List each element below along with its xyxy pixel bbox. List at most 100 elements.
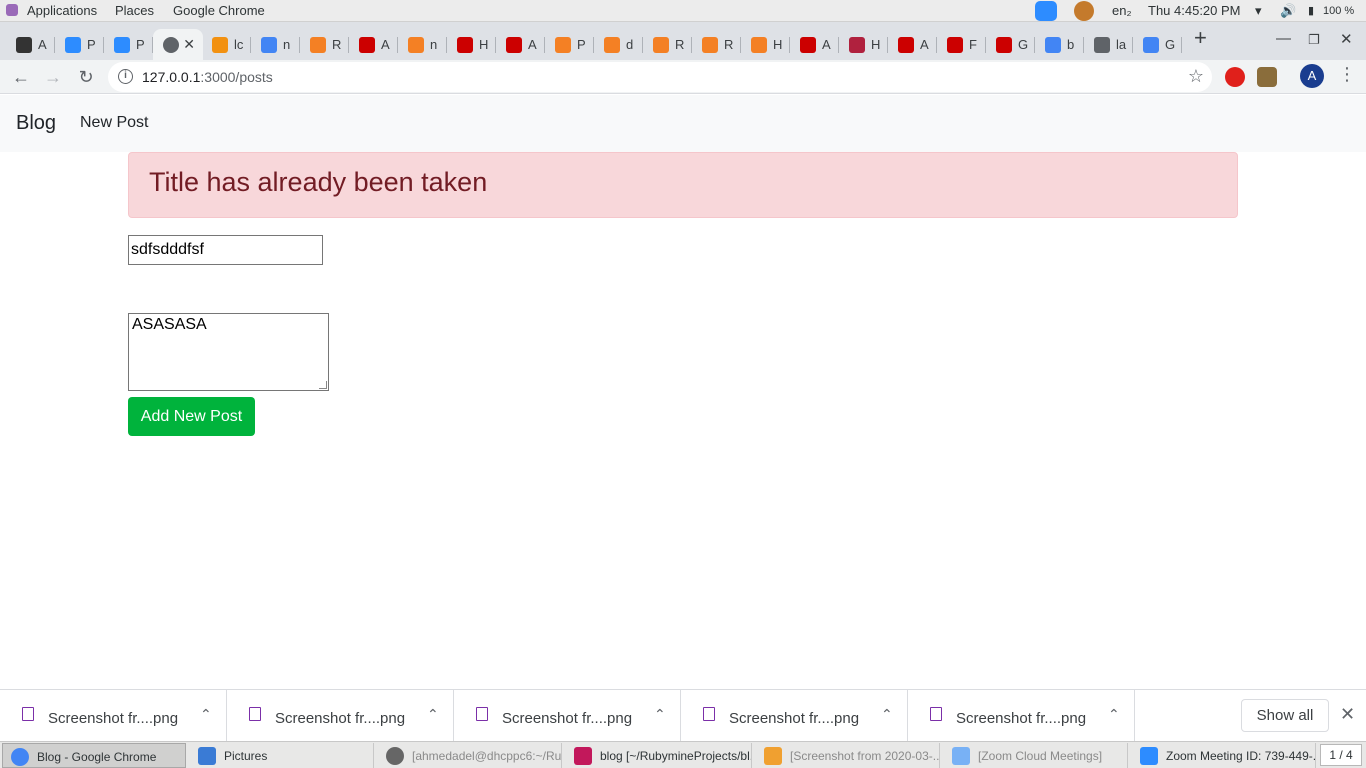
places-menu[interactable]: Places [115, 3, 154, 19]
tab-favicon-icon [16, 36, 32, 53]
back-arrow-icon[interactable]: ← [10, 66, 32, 88]
task-chrome[interactable]: Blog - Google Chrome [2, 743, 186, 768]
close-icon[interactable]: ✕ [1340, 704, 1355, 725]
browser-tab[interactable]: P [55, 29, 104, 60]
image-file-icon [703, 707, 715, 721]
browser-tab[interactable]: b [1035, 29, 1084, 60]
chrome-icon [11, 748, 29, 766]
browser-tab[interactable]: A [6, 29, 55, 60]
tab-title: A [822, 37, 831, 52]
tray-app-icon[interactable] [1074, 1, 1094, 21]
browser-tab[interactable]: A [496, 29, 545, 60]
download-item[interactable]: Screenshot fr....png ⌃ [0, 690, 227, 742]
task-label: blog [~/RubymineProjects/bl... [600, 749, 752, 763]
browser-tab[interactable]: A [790, 29, 839, 60]
browser-tab[interactable]: n [251, 29, 300, 60]
wifi-icon[interactable]: ▾ [1255, 3, 1262, 19]
keyboard-layout[interactable]: en₂ [1112, 3, 1132, 19]
applications-icon [6, 4, 18, 16]
extension-icon-2[interactable] [1257, 67, 1277, 87]
browser-tab[interactable]: A [349, 29, 398, 60]
minimize-button[interactable]: — [1276, 30, 1291, 47]
profile-avatar[interactable]: A [1300, 64, 1324, 88]
browser-tab[interactable]: n [398, 29, 447, 60]
browser-tab[interactable]: P [545, 29, 594, 60]
chrome-menu-icon[interactable]: ⋮ [1338, 64, 1356, 85]
add-new-post-button[interactable]: Add New Post [128, 397, 255, 436]
address-bar[interactable]: i 127.0.0.1:3000/posts ☆ [108, 62, 1212, 92]
browser-tab[interactable]: H [839, 29, 888, 60]
task-pictures[interactable]: Pictures [190, 743, 374, 768]
task-terminal[interactable]: [ahmedadel@dhcppc6:~/Ru... [378, 743, 562, 768]
download-filename: Screenshot fr....png [729, 710, 860, 727]
browser-tab[interactable]: R [692, 29, 741, 60]
browser-tab[interactable]: lc [202, 29, 251, 60]
applications-menu[interactable]: Applications [27, 3, 97, 19]
close-window-button[interactable]: ✕ [1340, 30, 1353, 48]
chevron-up-icon[interactable]: ⌃ [1108, 706, 1120, 723]
clock[interactable]: Thu 4:45:20 PM [1148, 3, 1241, 19]
tab-title: b [1067, 37, 1075, 52]
chevron-up-icon[interactable]: ⌃ [200, 706, 212, 723]
task-zoom-cloud[interactable]: [Zoom Cloud Meetings] [944, 743, 1128, 768]
tab-title: n [430, 37, 438, 52]
tab-favicon-icon [604, 36, 620, 53]
browser-tab[interactable]: d [594, 29, 643, 60]
browser-tab[interactable]: A [888, 29, 937, 60]
forward-arrow-icon[interactable]: → [42, 66, 64, 88]
task-zoom-meeting[interactable]: Zoom Meeting ID: 739-449-... [1132, 743, 1316, 768]
zoom-tray-icon[interactable] [1035, 1, 1057, 21]
browser-tab[interactable]: G [1133, 29, 1182, 60]
tab-favicon-icon [849, 36, 865, 53]
chevron-up-icon[interactable]: ⌃ [654, 706, 666, 723]
volume-icon[interactable]: 🔊 [1280, 3, 1296, 19]
browser-tab[interactable]: la [1084, 29, 1133, 60]
browser-tab[interactable]: H [447, 29, 496, 60]
tab-favicon-icon [114, 36, 130, 53]
extension-icon[interactable] [1225, 67, 1245, 87]
brand-link[interactable]: Blog [16, 112, 56, 135]
tab-favicon-icon [1143, 36, 1159, 53]
task-rubymine[interactable]: blog [~/RubymineProjects/bl... [566, 743, 752, 768]
show-all-button[interactable]: Show all [1241, 699, 1329, 732]
new-post-link[interactable]: New Post [80, 114, 148, 132]
tab-title: P [136, 37, 145, 52]
chevron-up-icon[interactable]: ⌃ [881, 706, 893, 723]
download-filename: Screenshot fr....png [48, 710, 179, 727]
browser-tab[interactable]: R [300, 29, 349, 60]
battery-icon[interactable]: ▮ [1308, 3, 1314, 19]
chevron-up-icon[interactable]: ⌃ [427, 706, 439, 723]
download-item[interactable]: Screenshot fr....png ⌃ [908, 690, 1135, 742]
resize-handle[interactable] [319, 381, 327, 389]
tab-title: la [1116, 37, 1127, 52]
tab-title: G [1018, 37, 1029, 52]
download-item[interactable]: Screenshot fr....png ⌃ [454, 690, 681, 742]
system-top-bar: Applications Places Google Chrome en₂ Th… [0, 0, 1366, 22]
browser-tab[interactable]: P [104, 29, 153, 60]
window-taskbar: Blog - Google Chrome Pictures [ahmedadel… [0, 741, 1366, 768]
body-textarea[interactable]: ASASASA [128, 313, 329, 391]
tab-title: R [675, 37, 685, 52]
tab-strip: A P P ✕ lc n R An H A Pd R R H A H A F Gb la G [0, 22, 1366, 60]
browser-tab[interactable]: H [741, 29, 790, 60]
active-browser-tab[interactable]: ✕ [153, 29, 203, 60]
tab-separator [1181, 37, 1182, 53]
workspace-switcher[interactable]: 1 / 4 [1320, 744, 1362, 766]
browser-tab[interactable]: G [986, 29, 1035, 60]
reload-icon[interactable]: ↻ [75, 66, 97, 88]
bookmark-star-icon[interactable]: ☆ [1188, 66, 1204, 87]
title-input[interactable]: sdfsdddfsf [128, 235, 323, 265]
restore-button[interactable]: ❐ [1308, 32, 1320, 48]
download-item[interactable]: Screenshot fr....png ⌃ [227, 690, 454, 742]
browser-tab[interactable]: R [643, 29, 692, 60]
tab-favicon-icon [555, 36, 571, 53]
url-text[interactable]: 127.0.0.1:3000/posts [142, 69, 273, 85]
download-item[interactable]: Screenshot fr....png ⌃ [681, 690, 908, 742]
browser-tab[interactable]: F [937, 29, 986, 60]
task-screenshot-viewer[interactable]: [Screenshot from 2020-03-... [756, 743, 940, 768]
url-path: :3000/posts [200, 69, 273, 85]
new-tab-button[interactable]: + [1194, 27, 1207, 49]
active-app-menu[interactable]: Google Chrome [173, 3, 265, 19]
site-info-icon[interactable]: i [118, 69, 133, 84]
tab-close-icon[interactable]: ✕ [183, 36, 195, 53]
